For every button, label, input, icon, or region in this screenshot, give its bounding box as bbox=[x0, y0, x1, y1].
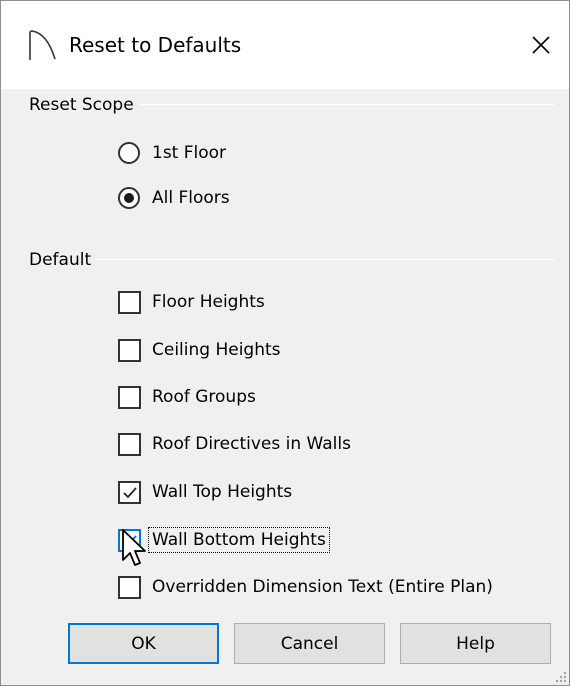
checkbox-wall-bottom-heights[interactable]: Wall Bottom Heights bbox=[118, 523, 330, 557]
checkbox-overridden-dimension-text[interactable]: Overridden Dimension Text (Entire Plan) bbox=[118, 570, 496, 604]
title-bar: Reset to Defaults bbox=[1, 1, 569, 89]
checkbox-label: Wall Bottom Heights bbox=[148, 527, 330, 553]
checkbox-roof-groups[interactable]: Roof Groups bbox=[118, 380, 259, 414]
resize-grip-icon[interactable] bbox=[553, 669, 567, 683]
radio-button[interactable] bbox=[118, 187, 140, 209]
checkbox-box[interactable] bbox=[118, 432, 141, 456]
reset-scope-label: Reset Scope bbox=[29, 94, 140, 116]
checkbox-label: Overridden Dimension Text (Entire Plan) bbox=[152, 577, 493, 597]
radio-label: All Floors bbox=[152, 188, 230, 208]
checkbox-wall-top-heights[interactable]: Wall Top Heights bbox=[118, 475, 295, 509]
checkbox-ceiling-heights[interactable]: Ceiling Heights bbox=[118, 333, 284, 367]
checkbox-label: Roof Directives in Walls bbox=[152, 434, 351, 454]
checkbox-roof-directives[interactable]: Roof Directives in Walls bbox=[118, 427, 354, 461]
default-label: Default bbox=[29, 249, 98, 271]
checkbox-label: Floor Heights bbox=[152, 292, 265, 312]
ok-button[interactable]: OK bbox=[68, 623, 219, 664]
cancel-button[interactable]: Cancel bbox=[234, 623, 385, 664]
help-button[interactable]: Help bbox=[400, 623, 551, 664]
checkbox-floor-heights[interactable]: Floor Heights bbox=[118, 285, 268, 319]
checkmark-icon bbox=[123, 534, 137, 546]
radio-button[interactable] bbox=[118, 142, 140, 164]
close-icon bbox=[532, 36, 550, 54]
dialog-title: Reset to Defaults bbox=[69, 33, 242, 57]
arch-icon bbox=[29, 30, 56, 60]
checkmark-icon bbox=[123, 486, 137, 498]
checkbox-label: Roof Groups bbox=[152, 387, 256, 407]
radio-label: 1st Floor bbox=[152, 143, 227, 163]
close-button[interactable] bbox=[521, 25, 561, 65]
default-divider bbox=[29, 259, 555, 260]
radio-1st-floor[interactable]: 1st Floor bbox=[118, 136, 226, 170]
checkbox-box[interactable] bbox=[118, 480, 141, 504]
checkbox-label: Wall Top Heights bbox=[152, 482, 293, 502]
checkbox-label: Ceiling Heights bbox=[152, 340, 281, 360]
checkbox-box[interactable] bbox=[118, 338, 141, 362]
checkbox-box[interactable] bbox=[118, 290, 141, 314]
checkbox-box[interactable] bbox=[118, 385, 141, 409]
checkbox-box[interactable] bbox=[118, 528, 141, 552]
radio-selected-dot bbox=[124, 193, 134, 203]
checkbox-box[interactable] bbox=[118, 575, 141, 599]
radio-all-floors[interactable]: All Floors bbox=[118, 181, 230, 215]
reset-to-defaults-dialog: Reset to Defaults Reset Scope 1st Floor … bbox=[0, 0, 570, 686]
